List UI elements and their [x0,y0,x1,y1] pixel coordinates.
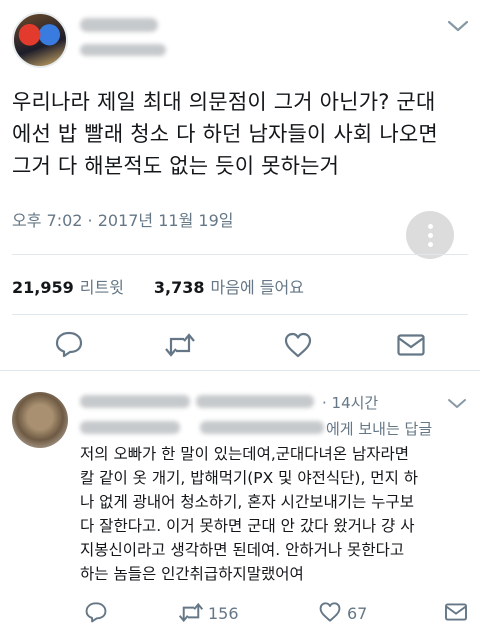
tweet-stats: 21,959 리트윗 3,738 마음에 들어요 [12,274,304,298]
retweet-icon[interactable] [164,332,196,358]
reply-icon[interactable] [84,601,108,623]
redacted-reply-target [200,421,324,434]
reply-to-label: 에게 보내는 답글 [326,420,433,438]
envelope-icon[interactable] [444,602,468,622]
redacted-display-name [80,395,190,408]
heart-icon[interactable] [283,331,313,359]
retweets-label[interactable]: 리트윗 [80,278,124,297]
redacted-handle [196,395,314,408]
redacted-reply-target [80,421,180,434]
reply-timestamp[interactable]: · 14시간 [322,392,378,413]
divider [12,314,468,315]
chevron-down-icon[interactable] [447,395,467,408]
reply-actions: 156 67 [0,598,480,628]
tweet-timestamp[interactable]: 오후 7:02 · 2017년 11월 19일 [12,207,233,231]
divider [12,254,468,255]
more-vertical-icon[interactable] [406,211,454,259]
tweet-header [0,0,480,80]
heart-icon[interactable] [318,601,342,623]
reply-text: 저의 오빠가 한 말이 있는데여,군대다녀온 남자라면 칼 같이 옷 개기, 밥… [80,445,419,583]
redacted-display-name [80,18,158,32]
envelope-icon[interactable] [396,333,426,357]
reply-like-count[interactable]: 67 [347,604,367,623]
retweet-icon[interactable] [178,602,204,623]
retweets-count[interactable]: 21,959 [12,278,74,297]
reply-icon[interactable] [54,330,84,358]
likes-label[interactable]: 마음에 들어요 [211,278,304,297]
redacted-handle [80,44,166,56]
tweet-text: 우리나라 제일 최대 의문점이 그거 아닌가? 군대 에선 밥 빨래 청소 다 … [12,90,438,178]
divider [0,370,480,371]
reply-retweet-count[interactable]: 156 [208,604,239,623]
avatar[interactable] [12,12,68,68]
chevron-down-icon[interactable] [447,18,469,32]
avatar[interactable] [12,392,68,448]
likes-count[interactable]: 3,738 [154,278,205,297]
